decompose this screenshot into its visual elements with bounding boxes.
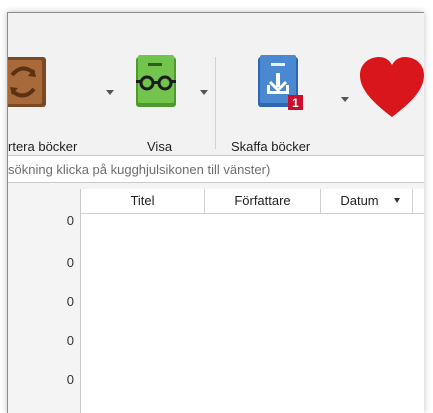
count-item[interactable]: 0 xyxy=(67,255,74,270)
title-bar xyxy=(8,13,424,37)
view-button[interactable]: Visa xyxy=(130,55,190,155)
table-header: Titel Författare Datum xyxy=(81,189,424,214)
app-window: rtera böcker Visa 1 Skaffa böcker söknin… xyxy=(7,12,424,413)
convert-books-button[interactable]: rtera böcker xyxy=(8,55,108,155)
view-label: Visa xyxy=(147,139,173,154)
column-header-title-label: Titel xyxy=(130,193,155,208)
count-item[interactable]: 0 xyxy=(67,333,74,348)
donate-button[interactable] xyxy=(358,55,424,155)
convert-books-label: rtera böcker xyxy=(8,139,78,154)
sort-descending-icon xyxy=(394,198,400,203)
book-list-table: Titel Författare Datum xyxy=(80,189,424,413)
get-books-dropdown-arrow[interactable] xyxy=(341,97,349,102)
download-book-icon: 1 xyxy=(258,55,303,110)
column-header-title[interactable]: Titel xyxy=(81,189,205,213)
toolbar-separator xyxy=(215,57,216,149)
get-books-label: Skaffa böcker xyxy=(231,139,311,154)
search-bar xyxy=(8,155,424,183)
view-glasses-book-icon xyxy=(136,55,176,107)
column-header-author-label: Författare xyxy=(234,193,291,208)
main-toolbar: rtera böcker Visa 1 Skaffa böcker xyxy=(8,37,424,155)
convert-books-icon xyxy=(8,57,46,107)
tag-browser-counts: 0 0 0 0 0 0 xyxy=(8,185,80,413)
column-header-date[interactable]: Datum xyxy=(321,189,413,213)
get-books-button[interactable]: 1 Skaffa böcker xyxy=(228,55,328,155)
column-header-date-label: Datum xyxy=(340,193,379,208)
view-dropdown-arrow[interactable] xyxy=(200,90,208,95)
heart-icon xyxy=(360,57,424,117)
count-item[interactable]: 0 xyxy=(67,372,74,387)
column-header-author[interactable]: Författare xyxy=(205,189,321,213)
notification-badge: 1 xyxy=(292,96,299,110)
search-input[interactable] xyxy=(8,156,424,182)
convert-dropdown-arrow[interactable] xyxy=(106,90,114,95)
count-item[interactable]: 0 xyxy=(67,294,74,309)
count-item[interactable]: 0 xyxy=(67,213,74,228)
